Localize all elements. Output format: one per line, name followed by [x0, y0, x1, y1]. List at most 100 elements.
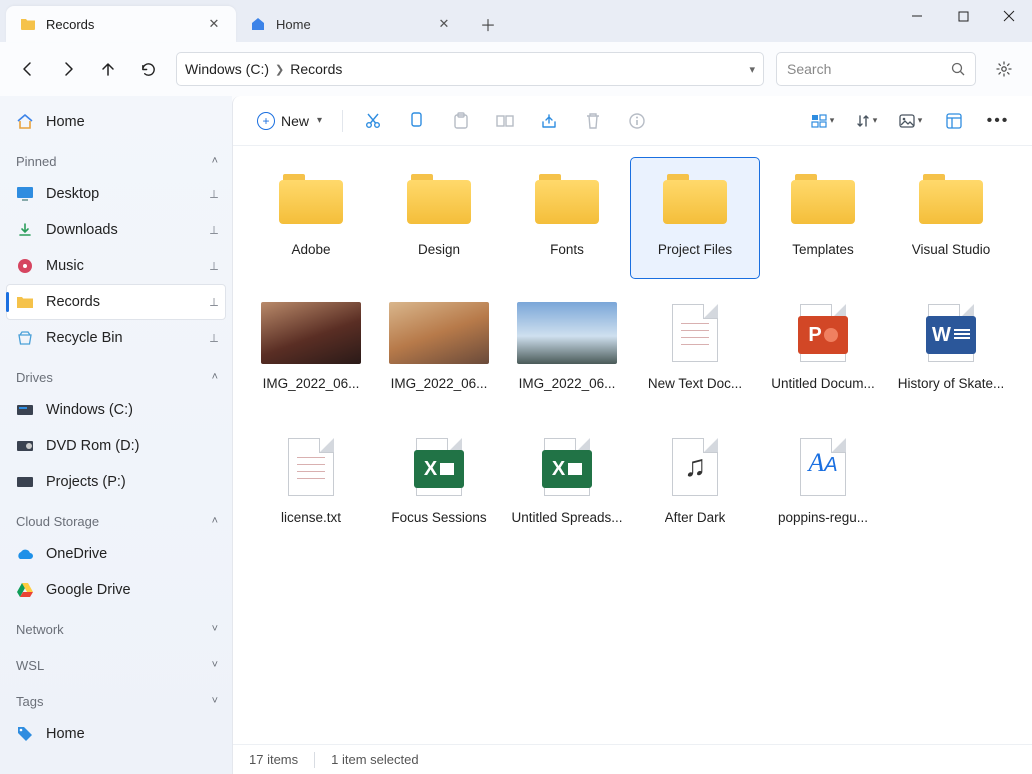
- tab-home[interactable]: Home ✕: [236, 6, 466, 42]
- music-icon: [16, 257, 34, 275]
- pin-icon[interactable]: ⟂: [210, 187, 218, 202]
- pin-icon[interactable]: ⟂: [210, 331, 218, 346]
- breadcrumb-part[interactable]: Windows (C:): [185, 61, 269, 77]
- close-icon[interactable]: ✕: [202, 12, 226, 36]
- forward-button[interactable]: [50, 51, 86, 87]
- new-tab-button[interactable]: ＋: [472, 8, 504, 40]
- text-icon: [261, 432, 361, 502]
- file-item[interactable]: Project Files: [631, 158, 759, 278]
- tab-label: Records: [46, 17, 94, 32]
- file-label: Visual Studio: [912, 242, 991, 257]
- sidebar-item-downloads[interactable]: Downloads ⟂: [6, 212, 226, 248]
- sidebar-section-pinned[interactable]: Pinned ˄: [6, 146, 226, 176]
- file-label: History of Skate...: [898, 376, 1005, 391]
- sidebar-item-googledrive[interactable]: Google Drive: [6, 572, 226, 608]
- audio-icon: ♫: [645, 432, 745, 502]
- home-icon: [250, 16, 266, 32]
- file-item[interactable]: IMG_2022_06...: [247, 292, 375, 412]
- chevron-down-icon: ˅: [212, 659, 218, 671]
- sidebar-item-music[interactable]: Music ⟂: [6, 248, 226, 284]
- file-item[interactable]: IMG_2022_06...: [503, 292, 631, 412]
- layout-button[interactable]: [934, 103, 974, 139]
- copy-button[interactable]: [397, 103, 437, 139]
- file-label: IMG_2022_06...: [391, 376, 488, 391]
- chevron-up-icon: ˄: [212, 371, 218, 383]
- sort-button[interactable]: ▾: [802, 103, 842, 139]
- disc-icon: [16, 437, 34, 455]
- refresh-button[interactable]: [130, 51, 166, 87]
- tag-icon: [16, 725, 34, 743]
- sidebar-item-drive-d[interactable]: DVD Rom (D:): [6, 428, 226, 464]
- sidebar-item-recycle-bin[interactable]: Recycle Bin ⟂: [6, 320, 226, 356]
- sidebar-item-label: OneDrive: [46, 546, 107, 562]
- sidebar-item-label: Recycle Bin: [46, 330, 123, 346]
- share-button[interactable]: [529, 103, 569, 139]
- file-label: Templates: [792, 242, 854, 257]
- file-label: Focus Sessions: [391, 510, 486, 525]
- back-button[interactable]: [10, 51, 46, 87]
- section-label: Cloud Storage: [16, 514, 99, 529]
- file-item[interactable]: Visual Studio: [887, 158, 1015, 278]
- file-item[interactable]: AApoppins-regu...: [759, 426, 887, 546]
- file-item[interactable]: Templates: [759, 158, 887, 278]
- file-item[interactable]: IMG_2022_06...: [375, 292, 503, 412]
- sidebar-item-tag-home[interactable]: Home: [6, 716, 226, 752]
- file-item[interactable]: Adobe: [247, 158, 375, 278]
- drive-icon: [16, 401, 34, 419]
- view-button[interactable]: ▾: [890, 103, 930, 139]
- sidebar-item-desktop[interactable]: Desktop ⟂: [6, 176, 226, 212]
- sort-order-button[interactable]: ▾: [846, 103, 886, 139]
- breadcrumb-part[interactable]: Records: [290, 61, 342, 77]
- file-item[interactable]: PUntitled Docum...: [759, 292, 887, 412]
- close-icon[interactable]: ✕: [432, 12, 456, 36]
- file-item[interactable]: XFocus Sessions: [375, 426, 503, 546]
- search-input[interactable]: Search: [776, 52, 976, 86]
- sidebar-item-records[interactable]: Records ⟂: [6, 284, 226, 320]
- up-button[interactable]: [90, 51, 126, 87]
- file-grid[interactable]: AdobeDesignFontsProject Files Templates Vi…: [233, 146, 1032, 744]
- file-item[interactable]: WHistory of Skate...: [887, 292, 1015, 412]
- pin-icon[interactable]: ⟂: [210, 223, 218, 238]
- pin-icon[interactable]: ⟂: [210, 295, 218, 310]
- file-item[interactable]: license.txt: [247, 426, 375, 546]
- chevron-up-icon: ˄: [212, 155, 218, 167]
- chevron-down-icon: ▾: [317, 115, 322, 126]
- file-item[interactable]: New Text Doc...: [631, 292, 759, 412]
- chevron-down-icon: ˅: [212, 623, 218, 635]
- settings-button[interactable]: [986, 51, 1022, 87]
- cut-button[interactable]: [353, 103, 393, 139]
- file-label: poppins-regu...: [778, 510, 868, 525]
- file-item[interactable]: XUntitled Spreads...: [503, 426, 631, 546]
- file-label: Untitled Spreads...: [511, 510, 622, 525]
- maximize-button[interactable]: [940, 0, 986, 32]
- more-button[interactable]: •••: [978, 103, 1018, 139]
- info-button[interactable]: [617, 103, 657, 139]
- file-item[interactable]: ♫After Dark: [631, 426, 759, 546]
- sidebar-section-network[interactable]: Network ˅: [6, 614, 226, 644]
- sidebar-item-drive-c[interactable]: Windows (C:): [6, 392, 226, 428]
- minimize-button[interactable]: [894, 0, 940, 32]
- file-item[interactable]: Fonts: [503, 158, 631, 278]
- sidebar-section-drives[interactable]: Drives ˄: [6, 362, 226, 392]
- toolbar: + New ▾ ▾ ▾ ▾ •••: [233, 96, 1032, 146]
- sidebar-section-wsl[interactable]: WSL ˅: [6, 650, 226, 680]
- rename-button[interactable]: [485, 103, 525, 139]
- sidebar-section-tags[interactable]: Tags ˅: [6, 686, 226, 716]
- pin-icon[interactable]: ⟂: [210, 259, 218, 274]
- section-label: Tags: [16, 694, 43, 709]
- delete-button[interactable]: [573, 103, 613, 139]
- new-button[interactable]: + New ▾: [247, 105, 332, 137]
- address-bar[interactable]: Windows (C:) ❯ Records ▾: [176, 52, 764, 86]
- sidebar-section-cloud[interactable]: Cloud Storage ˄: [6, 506, 226, 536]
- file-item[interactable]: Design: [375, 158, 503, 278]
- paste-button[interactable]: [441, 103, 481, 139]
- close-button[interactable]: [986, 0, 1032, 32]
- folder-icon: [16, 293, 34, 311]
- sidebar-item-drive-p[interactable]: Projects (P:): [6, 464, 226, 500]
- sidebar-home[interactable]: Home: [6, 104, 226, 140]
- chevron-down-icon[interactable]: ▾: [749, 63, 755, 76]
- separator: [314, 752, 315, 768]
- tab-records[interactable]: Records ✕: [6, 6, 236, 42]
- sidebar-item-onedrive[interactable]: OneDrive: [6, 536, 226, 572]
- sidebar-item-label: Projects (P:): [46, 474, 126, 490]
